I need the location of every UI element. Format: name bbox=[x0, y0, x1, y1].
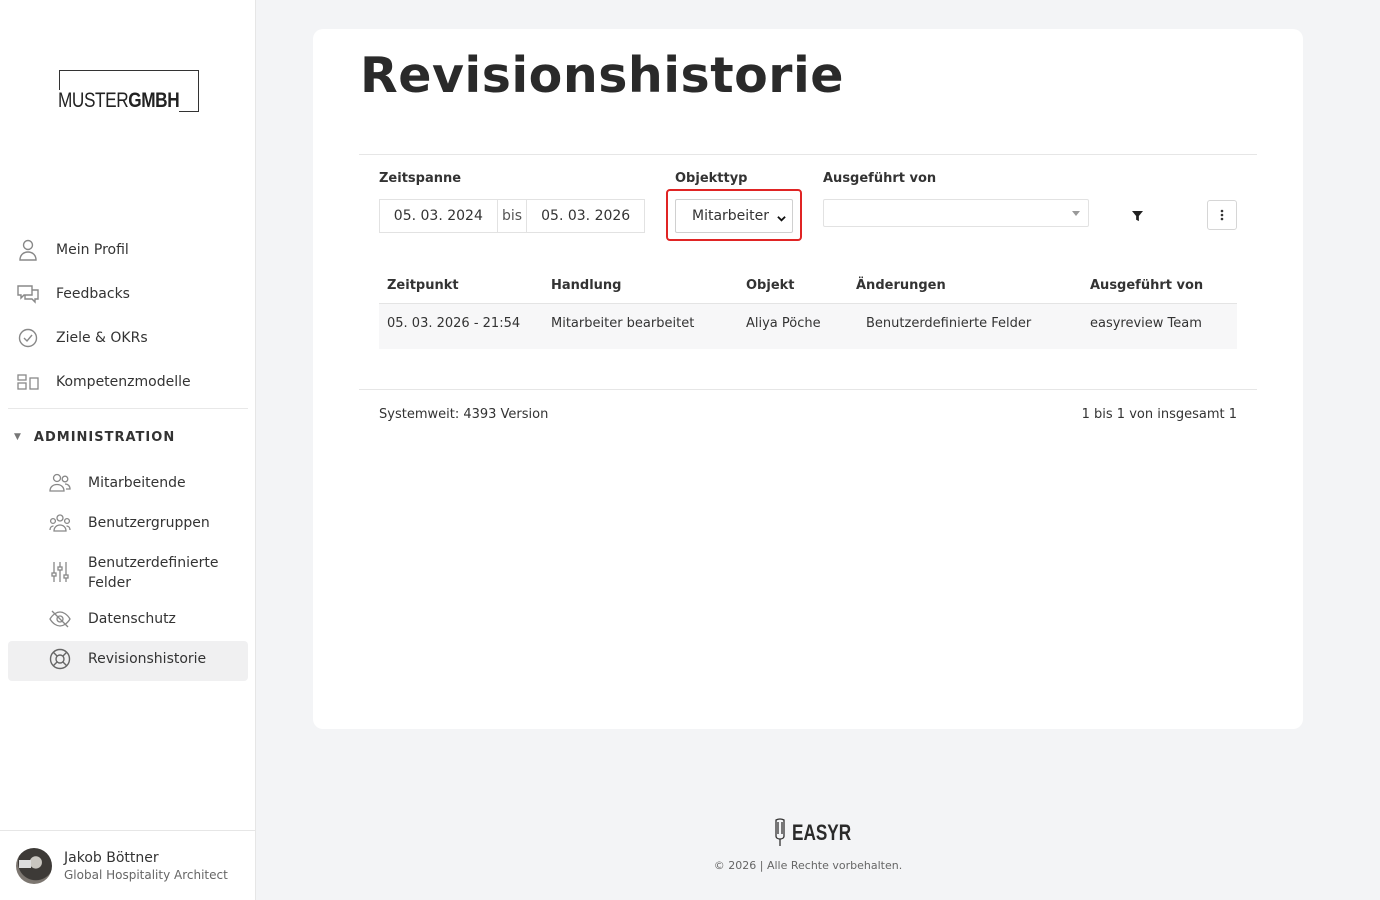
nav-item-kompetenzmodelle[interactable]: Kompetenzmodelle bbox=[8, 360, 248, 404]
user-icon bbox=[16, 238, 40, 262]
logo-part1: MUSTER bbox=[58, 89, 129, 112]
main-card: Revisionshistorie Zeitspanne 05. 03. 202… bbox=[313, 29, 1303, 729]
nav-label: Kompetenzmodelle bbox=[56, 374, 191, 390]
cell-ausgefuehrt-von: easyreview Team bbox=[1090, 316, 1202, 331]
nav-label: Revisionshistorie bbox=[88, 651, 207, 667]
admin-section-label: ADMINISTRATION bbox=[33, 429, 176, 445]
more-options-button[interactable] bbox=[1207, 200, 1237, 230]
brand-name: EASYR bbox=[792, 820, 852, 845]
date-from-input[interactable]: 05. 03. 2024 bbox=[380, 208, 497, 224]
caret-down-icon bbox=[1072, 211, 1080, 216]
admin-section-toggle[interactable]: ▼ ADMINISTRATION bbox=[8, 409, 248, 465]
sliders-icon bbox=[48, 560, 72, 584]
date-range: 05. 03. 2024 bis 05. 03. 2026 bbox=[379, 199, 645, 233]
nav-item-benutzerdefinierte-felder[interactable]: Benutzerdefinierte Felder bbox=[8, 545, 248, 601]
page-title: Revisionshistorie bbox=[360, 47, 845, 104]
cell-zeitpunkt: 05. 03. 2026 - 21:54 bbox=[387, 316, 521, 331]
nav-item-feedbacks[interactable]: Feedbacks bbox=[8, 272, 248, 316]
logo-part2: GMBH bbox=[128, 89, 180, 112]
col-ausgefuehrt-von[interactable]: Ausgeführt von bbox=[1090, 278, 1203, 293]
easyr-logo[interactable]: EASYR bbox=[772, 818, 868, 848]
nav-label: Ziele & OKRs bbox=[56, 330, 148, 346]
kebab-icon bbox=[1220, 209, 1224, 221]
eye-off-icon bbox=[48, 607, 72, 631]
nav-item-ziele-okrs[interactable]: Ziele & OKRs bbox=[8, 316, 248, 360]
cell-aenderungen: Benutzerdefinierte Felder bbox=[866, 316, 1032, 331]
company-logo[interactable]: MUSTERGMBH bbox=[58, 70, 199, 112]
objtype-select[interactable]: Mitarbeiter bbox=[675, 199, 793, 233]
table-row[interactable]: 05. 03. 2026 - 21:54 Mitarbeiter bearbei… bbox=[379, 304, 1237, 349]
chat-bubbles-icon bbox=[16, 282, 40, 306]
user-group-icon bbox=[48, 511, 72, 535]
nav-item-mein-profil[interactable]: Mein Profil bbox=[8, 228, 248, 272]
nav-label: Benutzergruppen bbox=[88, 515, 210, 531]
nav-label: Benutzerdefinierte Felder bbox=[88, 555, 219, 591]
systemwide-count: Systemweit: 4393 Version bbox=[379, 407, 549, 422]
objtype-value: Mitarbeiter bbox=[692, 208, 770, 224]
filter-icon bbox=[1131, 210, 1143, 221]
pagination-info: 1 bis 1 von insgesamt 1 bbox=[1081, 407, 1237, 422]
nav-label: Feedbacks bbox=[56, 286, 130, 302]
table-header: Zeitpunkt Handlung Objekt Änderungen Aus… bbox=[379, 274, 1237, 304]
timespan-label: Zeitspanne bbox=[379, 171, 462, 186]
check-circle-icon bbox=[16, 326, 40, 350]
lifebuoy-icon bbox=[48, 647, 72, 671]
nav-label: Mein Profil bbox=[56, 242, 129, 258]
executed-by-select[interactable] bbox=[823, 199, 1089, 227]
col-handlung[interactable]: Handlung bbox=[551, 278, 621, 293]
objtype-label: Objekttyp bbox=[675, 171, 748, 186]
col-objekt[interactable]: Objekt bbox=[746, 278, 795, 293]
cell-handlung: Mitarbeiter bearbeitet bbox=[551, 316, 695, 331]
nav-item-mitarbeitende[interactable]: Mitarbeitende bbox=[8, 465, 248, 505]
sidebar: MUSTERGMBH Mein Profil Feedbacks Ziele &… bbox=[0, 0, 256, 900]
main-nav: Mein Profil Feedbacks Ziele & OKRs Kompe… bbox=[8, 228, 248, 681]
model-blocks-icon bbox=[16, 370, 40, 394]
date-separator: bis bbox=[496, 200, 528, 232]
triangle-down-icon: ▼ bbox=[14, 432, 22, 442]
cell-objekt: Aliya Pöche bbox=[746, 316, 821, 331]
copyright: © 2026 | Alle Rechte vorbehalten. bbox=[713, 859, 903, 872]
nav-label: Mitarbeitende bbox=[88, 475, 186, 491]
nav-item-datenschutz[interactable]: Datenschutz bbox=[8, 601, 248, 641]
executed-by-label: Ausgeführt von bbox=[823, 171, 937, 186]
nav-label: Datenschutz bbox=[88, 611, 176, 627]
divider bbox=[359, 154, 1257, 155]
brush-icon bbox=[775, 818, 785, 846]
filter-button[interactable] bbox=[1129, 208, 1145, 224]
col-aenderungen[interactable]: Änderungen bbox=[856, 278, 946, 293]
date-to-input[interactable]: 05. 03. 2026 bbox=[527, 208, 644, 224]
chevron-down-icon bbox=[777, 211, 786, 222]
nav-item-benutzergruppen[interactable]: Benutzergruppen bbox=[8, 505, 248, 545]
col-zeitpunkt[interactable]: Zeitpunkt bbox=[387, 278, 459, 293]
users-icon bbox=[48, 471, 72, 495]
nav-item-revisionshistorie[interactable]: Revisionshistorie bbox=[8, 641, 248, 681]
divider bbox=[359, 389, 1257, 390]
